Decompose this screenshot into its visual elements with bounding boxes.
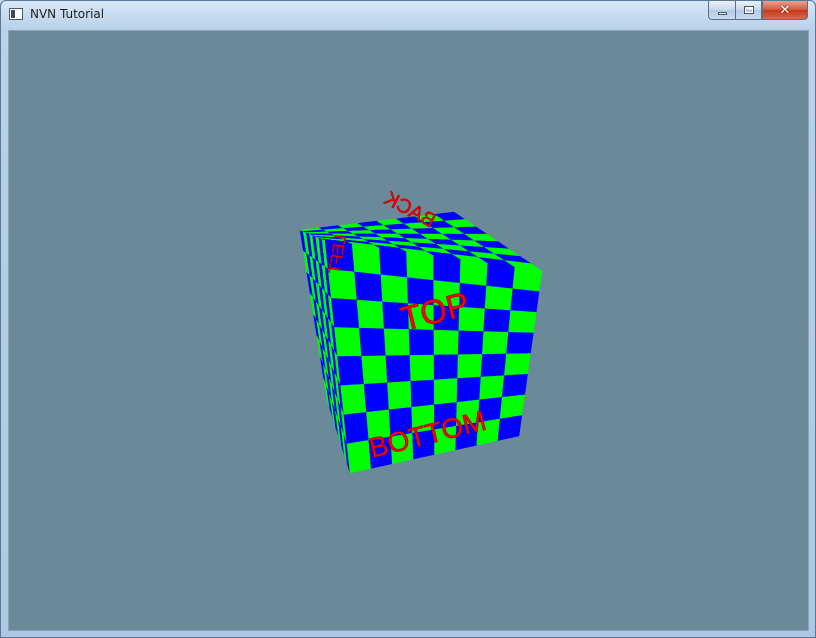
maximize-icon — [743, 6, 754, 14]
checker-tile — [457, 354, 483, 379]
close-button[interactable]: ✕ — [762, 1, 808, 20]
checker-tile — [504, 353, 531, 376]
checker-tile — [486, 263, 516, 290]
rendered-cube-scene: TOP BOTTOM BACK LEFT — [299, 187, 543, 474]
checker-tile — [359, 327, 387, 357]
checker-tile — [387, 381, 412, 411]
checker-tile — [361, 355, 388, 385]
checker-tile — [457, 330, 484, 355]
checker-tile — [379, 247, 408, 278]
close-icon: ✕ — [779, 2, 791, 18]
checker-tile — [331, 298, 360, 329]
title-bar[interactable]: NVN Tutorial ✕ — [1, 1, 815, 30]
checker-tile — [510, 288, 540, 313]
checker-tile — [409, 354, 435, 382]
checker-tile — [363, 382, 390, 413]
minimize-button[interactable] — [708, 1, 735, 20]
checker-tile — [433, 354, 459, 381]
checker-tile — [410, 379, 435, 408]
checker-tile — [351, 243, 382, 276]
checker-tile — [356, 299, 385, 330]
checker-tile — [354, 271, 383, 303]
render-viewport[interactable]: TOP BOTTOM BACK LEFT — [8, 30, 809, 631]
minimize-icon — [717, 11, 727, 15]
caption-buttons: ✕ — [708, 1, 808, 21]
checker-tile — [499, 394, 526, 420]
maximize-button[interactable] — [735, 1, 762, 20]
window-title: NVN Tutorial — [30, 7, 105, 21]
checker-tile — [343, 412, 370, 445]
checker-tile — [484, 285, 514, 311]
checker-tile — [506, 331, 534, 355]
checker-tile — [433, 378, 458, 406]
checker-tile — [406, 251, 434, 281]
checker-tile — [483, 308, 511, 333]
checker-tile — [501, 373, 528, 398]
checker-tile — [508, 310, 537, 334]
checker-tile — [497, 415, 523, 441]
checker-tile — [482, 331, 509, 355]
checker-tile — [456, 376, 482, 403]
checker-tile — [337, 355, 365, 386]
checker-tile — [433, 329, 460, 356]
checker-tile — [334, 327, 362, 357]
checker-tile — [512, 266, 543, 292]
checker-tile — [479, 375, 505, 401]
app-window: NVN Tutorial ✕ TOP BOTTOM BACK LEFT — [0, 0, 816, 638]
checker-tile — [385, 355, 412, 384]
checker-tile — [346, 440, 372, 474]
checker-tile — [459, 259, 489, 287]
checker-tile — [433, 255, 461, 284]
app-window-icon[interactable] — [9, 8, 23, 20]
checker-tile — [480, 353, 507, 378]
checker-tile — [340, 383, 367, 416]
